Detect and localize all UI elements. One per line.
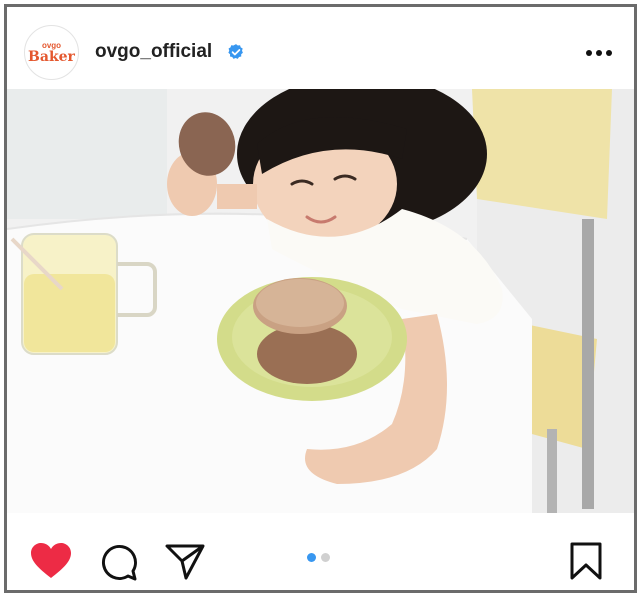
username[interactable]: ovgo_official <box>95 41 212 63</box>
carousel-indicator <box>307 553 330 562</box>
comment-icon[interactable] <box>100 544 138 582</box>
verified-badge-icon <box>228 44 243 59</box>
heart-icon[interactable] <box>30 542 72 580</box>
carousel-dot <box>321 553 330 562</box>
photo-illustration <box>7 89 634 513</box>
carousel-dot-active <box>307 553 316 562</box>
post-photo[interactable] <box>7 89 634 513</box>
avatar[interactable]: ovgo Baker <box>24 25 79 80</box>
more-horizontal-icon[interactable] <box>582 43 616 63</box>
bookmark-icon[interactable] <box>570 542 602 580</box>
post-header: ovgo Baker ovgo_official <box>7 7 634 92</box>
avatar-brand-text: Baker <box>28 48 75 65</box>
send-icon[interactable] <box>165 544 205 580</box>
action-bar <box>7 513 634 590</box>
instagram-post-card: ovgo Baker ovgo_official <box>4 4 637 593</box>
